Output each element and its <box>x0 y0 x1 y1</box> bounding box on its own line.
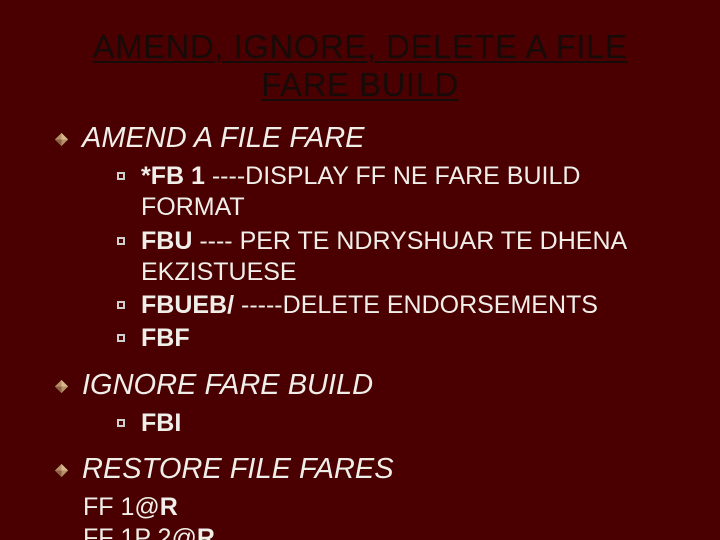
sub-list-ignore: FBI <box>117 408 665 439</box>
section-amend: AMEND A FILE FARE <box>55 122 665 155</box>
diamond-bullet-icon <box>55 133 68 146</box>
square-bullet-icon <box>117 419 125 427</box>
slide-title: AMEND, IGNORE, DELETE A FILE FARE BUILD <box>55 28 665 104</box>
plain-list-restore: FF 1@R FF 1P 2@R <box>83 492 665 540</box>
slide: AMEND, IGNORE, DELETE A FILE FARE BUILD … <box>0 0 720 540</box>
plain-item: FF 1@R <box>83 492 665 523</box>
item-text: *FB 1 ----DISPLAY FF NE FARE BUILD FORMA… <box>141 161 665 224</box>
square-bullet-icon <box>117 172 125 180</box>
diamond-bullet-icon <box>55 380 68 393</box>
item-text: FBUEB/ -----DELETE ENDORSEMENTS <box>141 290 598 321</box>
square-bullet-icon <box>117 334 125 342</box>
list-item: FBUEB/ -----DELETE ENDORSEMENTS <box>117 290 665 321</box>
diamond-bullet-icon <box>55 464 68 477</box>
square-bullet-icon <box>117 301 125 309</box>
item-text: FBU ---- PER TE NDRYSHUAR TE DHENA EKZIS… <box>141 226 665 289</box>
item-text: FBI <box>141 408 181 439</box>
plain-item: FF 1P 2@R <box>83 523 665 540</box>
sub-list-amend: *FB 1 ----DISPLAY FF NE FARE BUILD FORMA… <box>117 161 665 355</box>
list-item: FBF <box>117 323 665 354</box>
item-text: FBF <box>141 323 190 354</box>
section-restore: RESTORE FILE FARES <box>55 453 665 486</box>
list-item: *FB 1 ----DISPLAY FF NE FARE BUILD FORMA… <box>117 161 665 224</box>
list-item: FBI <box>117 408 665 439</box>
section-label: IGNORE FARE BUILD <box>82 369 373 402</box>
section-label: AMEND A FILE FARE <box>82 122 365 155</box>
section-ignore: IGNORE FARE BUILD <box>55 369 665 402</box>
title-wrap: AMEND, IGNORE, DELETE A FILE FARE BUILD <box>55 28 665 104</box>
square-bullet-icon <box>117 237 125 245</box>
section-label: RESTORE FILE FARES <box>82 453 394 486</box>
list-item: FBU ---- PER TE NDRYSHUAR TE DHENA EKZIS… <box>117 226 665 289</box>
